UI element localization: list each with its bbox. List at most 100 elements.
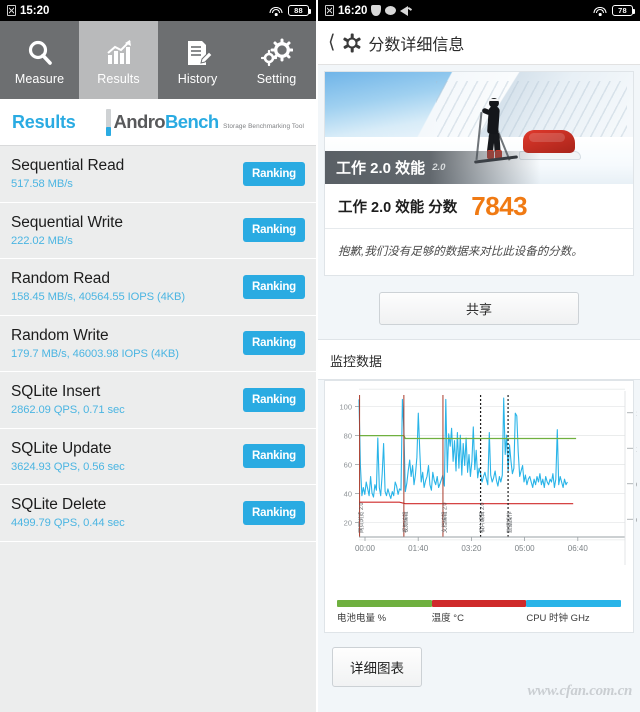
svg-text:03:20: 03:20 — [461, 544, 482, 553]
wifi-icon — [593, 5, 607, 16]
result-title: Sequential Read — [11, 157, 125, 175]
right-status-bar: 16:20 78 — [318, 0, 640, 21]
ranking-button[interactable]: Ranking — [243, 500, 305, 525]
bottom-tab-bar: Measure Results History Setting — [0, 21, 316, 99]
result-value: 517.58 MB/s — [11, 178, 73, 191]
result-value: 179.7 MB/s, 46003.98 IOPS (4KB) — [11, 347, 179, 360]
battery-indicator: 88 — [288, 5, 311, 16]
mute-icon — [400, 5, 409, 16]
bar-chart-icon — [104, 34, 134, 68]
score-note: 抱歉,我们没有足够的数据来对比此设备的分数。 — [338, 246, 583, 258]
svg-text:数据操作: 数据操作 — [506, 511, 514, 533]
ranking-button[interactable]: Ranking — [243, 161, 305, 186]
svg-text:00:00: 00:00 — [355, 544, 376, 553]
share-button[interactable]: 共享 — [379, 292, 579, 325]
svg-text:40: 40 — [344, 490, 352, 499]
tab-setting-label: Setting — [256, 72, 297, 86]
right-status-time: 16:20 — [338, 4, 368, 17]
chart-legend: 电池电量 % 温度 °C CPU 时钟 GHz — [327, 592, 631, 628]
page-title: Results — [12, 111, 76, 132]
document-edit-icon — [183, 34, 213, 68]
logo-mark-icon — [105, 108, 111, 136]
score-card: 工作 2.0 效能 2.0 工作 2.0 效能 分数 7843 抱歉,我们没有足… — [324, 71, 634, 276]
detail-chart-button[interactable]: 详细图表 — [332, 647, 422, 687]
brand-name-part-b: Bench — [165, 110, 219, 132]
table-row[interactable]: SQLite Delete 4499.79 QPS, 0.44 sec Rank… — [0, 485, 316, 542]
back-chevron-icon[interactable]: ⟨ — [328, 33, 335, 52]
brand-tagline: Storage Benchmarking Tool — [223, 122, 304, 130]
svg-text:0.4GHz: 0.4GHz — [636, 515, 637, 524]
legend-swatch-cpu — [526, 600, 622, 607]
table-row[interactable]: SQLite Insert 2862.09 QPS, 0.71 sec Rank… — [0, 372, 316, 429]
result-title: SQLite Update — [11, 439, 112, 457]
left-status-bar: 15:20 88 — [0, 0, 316, 21]
pcmark-snowflake-icon — [342, 33, 361, 52]
legend-swatch-temperature — [431, 600, 527, 607]
ranking-button[interactable]: Ranking — [243, 387, 305, 412]
ranking-button[interactable]: Ranking — [243, 331, 305, 356]
page-title: 分数详细信息 — [368, 36, 465, 54]
result-value: 3624.93 QPS, 0.56 sec — [11, 460, 125, 473]
benchmark-results-list: Sequential Read 517.58 MB/s Ranking Sequ… — [0, 146, 316, 542]
result-value: 2862.09 QPS, 0.71 sec — [11, 404, 125, 417]
score-label: 工作 2.0 效能 分数 — [338, 199, 458, 216]
tab-measure-label: Measure — [14, 72, 65, 86]
tab-measure[interactable]: Measure — [0, 21, 79, 99]
table-row[interactable]: Random Write 179.7 MB/s, 46003.98 IOPS (… — [0, 316, 316, 372]
monitor-chart[interactable]: 20 40 60 80 100 0.4GHz 0.8GHz 1.2GHz 1.6GHz 网页浏览 … — [327, 387, 640, 587]
table-row[interactable]: SQLite Update 3624.93 QPS, 0.56 sec Rank… — [0, 429, 316, 485]
monitor-section-title: 监控数据 — [330, 354, 383, 369]
svg-text:视频编辑: 视频编辑 — [401, 511, 409, 533]
svg-text:文档编辑 2.0: 文档编辑 2.0 — [440, 502, 448, 533]
svg-text:相片编辑 2.0: 相片编辑 2.0 — [478, 502, 486, 533]
svg-text:80: 80 — [344, 432, 352, 441]
tab-history-label: History — [177, 72, 218, 86]
ranking-button[interactable]: Ranking — [243, 444, 305, 469]
table-row[interactable]: Sequential Write 222.02 MB/s Ranking — [0, 203, 316, 259]
monitor-section: 监控数据 — [318, 339, 640, 380]
left-status-time: 15:20 — [20, 4, 50, 17]
right-phone-panel: 16:20 78 ⟨ 分数详细信息 工作 2.0 效能 2.0 工作 2.0 效… — [318, 0, 640, 712]
monitor-chart-card[interactable]: 20 40 60 80 100 0.4GHz 0.8GHz 1.2GHz 1.6GHz 网页浏览 … — [324, 380, 640, 633]
left-phone-panel: 15:20 88 Measure Results History Setting… — [0, 0, 318, 712]
svg-text:20: 20 — [344, 519, 352, 528]
hero-banner: 工作 2.0 效能 2.0 — [325, 72, 633, 184]
androbench-logo: AndroBench Storage Benchmarking Tool — [105, 108, 304, 136]
legend-label-temperature: 温度 °C — [431, 613, 464, 624]
magnifier-icon — [25, 34, 55, 68]
legend-label-battery: 电池电量 % — [337, 613, 387, 624]
brand-name-part-a: Andro — [113, 110, 166, 132]
svg-text:1.6GHz: 1.6GHz — [636, 409, 637, 418]
watermark: www.cfan.com.cn — [527, 683, 632, 699]
result-title: Random Read — [11, 270, 110, 288]
result-title: SQLite Insert — [11, 383, 101, 401]
legend-item-battery: 电池电量 % — [337, 600, 432, 624]
score-row: 工作 2.0 效能 分数 7843 — [325, 184, 633, 229]
battery-indicator: 78 — [612, 5, 635, 16]
tab-history[interactable]: History — [158, 21, 237, 99]
hero-title: 工作 2.0 效能 — [336, 160, 426, 177]
result-title: Random Write — [11, 326, 109, 344]
result-value: 222.02 MB/s — [11, 234, 73, 247]
tab-results[interactable]: Results — [79, 21, 158, 99]
svg-text:1.2GHz: 1.2GHz — [636, 444, 637, 453]
app-title-bar: ⟨ 分数详细信息 — [318, 21, 640, 65]
ranking-button[interactable]: Ranking — [243, 274, 305, 299]
hero-label: 工作 2.0 效能 2.0 — [325, 151, 633, 184]
sim-card-icon — [325, 5, 334, 16]
share-section: 共享 — [318, 283, 640, 339]
table-row[interactable]: Sequential Read 517.58 MB/s Ranking — [0, 146, 316, 203]
table-row[interactable]: Random Read 158.45 MB/s, 40564.55 IOPS (… — [0, 259, 316, 316]
gears-icon — [260, 34, 293, 68]
svg-text:01:40: 01:40 — [408, 544, 429, 553]
result-title: SQLite Delete — [11, 496, 107, 514]
svg-text:100: 100 — [339, 403, 352, 412]
ranking-button[interactable]: Ranking — [243, 218, 305, 243]
tab-setting[interactable]: Setting — [237, 21, 316, 99]
hero-version: 2.0 — [432, 162, 446, 173]
legend-item-cpu: CPU 时钟 GHz — [526, 600, 622, 624]
legend-item-temperature: 温度 °C — [431, 600, 527, 624]
message-icon — [385, 6, 397, 15]
result-value: 158.45 MB/s, 40564.55 IOPS (4KB) — [11, 291, 186, 304]
result-value: 4499.79 QPS, 0.44 sec — [11, 517, 125, 530]
